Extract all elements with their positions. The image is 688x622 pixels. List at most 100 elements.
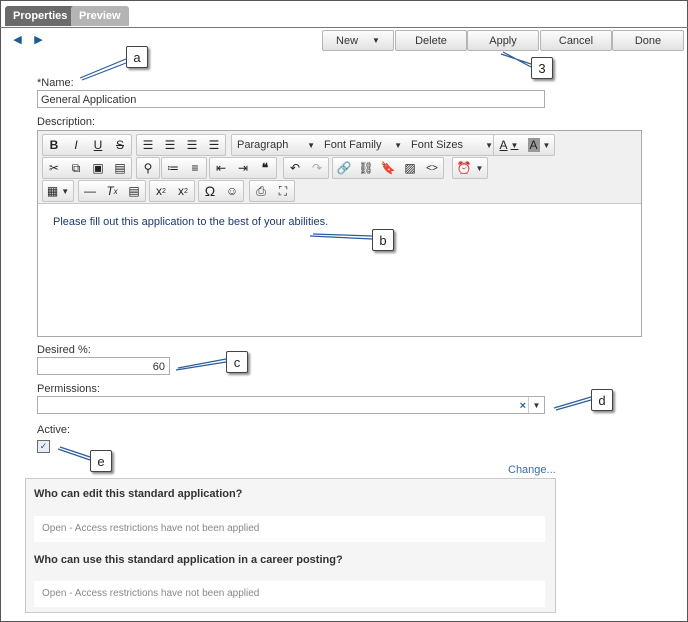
delete-button[interactable]: Delete — [395, 30, 467, 51]
permissions-select[interactable]: × ▼ — [37, 396, 545, 414]
cancel-button[interactable]: Cancel — [540, 30, 612, 51]
active-label: Active: — [37, 424, 71, 436]
apply-button[interactable]: Apply — [467, 30, 539, 51]
list-group: ≔ ≡ — [161, 157, 207, 179]
desired-percent-input[interactable]: 60 — [37, 357, 170, 375]
align-left-icon[interactable]: ☰ — [137, 135, 159, 155]
cancel-button-label: Cancel — [558, 34, 594, 47]
redo-icon[interactable]: ↷ — [306, 158, 328, 178]
new-button-label: New — [336, 34, 359, 47]
background-color-icon[interactable]: A ▼ — [524, 135, 554, 155]
paragraph-select[interactable]: Paragraph ▼ — [232, 135, 319, 155]
paragraph-select-label: Paragraph — [237, 139, 289, 151]
name-label: *Name: — [37, 77, 74, 89]
editor-content[interactable]: Please fill out this application to the … — [53, 216, 328, 228]
format-group: B I U S — [42, 134, 132, 156]
special-character-icon[interactable]: Ω — [199, 181, 221, 201]
use-access-status: Open - Access restrictions have not been… — [34, 581, 545, 607]
align-justify-icon[interactable]: ☰ — [203, 135, 225, 155]
undo-icon[interactable]: ↶ — [284, 158, 306, 178]
tab-divider — [0, 27, 688, 28]
callout-d: d — [591, 389, 613, 411]
italic-icon[interactable]: I — [65, 135, 87, 155]
rich-text-editor: B I U S ☰ ☰ ☰ ☰ Paragraph ▼ Font Family ▼ … — [37, 130, 642, 337]
alarm-clock-icon[interactable]: ⏰ ▼ — [453, 158, 487, 178]
access-panel: Who can edit this standard application? … — [25, 478, 556, 613]
time-group: ⏰ ▼ — [452, 157, 488, 179]
font-size-select[interactable]: Font Sizes ▼ — [406, 135, 497, 155]
find-replace-icon[interactable]: ⚲ — [137, 158, 159, 178]
indent-group: ⇤ ⇥ ❝ — [209, 157, 277, 179]
callout-e: e — [90, 450, 112, 472]
subscript-icon[interactable]: x2 — [150, 181, 172, 201]
previous-arrow-icon[interactable]: ◀ — [9, 31, 26, 48]
emoticon-icon[interactable]: ☺ — [221, 181, 243, 201]
chevron-down-icon: ▼ — [307, 140, 315, 150]
chevron-down-icon: ▼ — [394, 140, 402, 150]
code-icon[interactable]: <> — [421, 158, 443, 178]
use-access-question: Who can use this standard application in… — [34, 554, 343, 566]
text-color-icon[interactable]: A ▼ — [494, 135, 524, 155]
copy-icon[interactable]: ⧉ — [65, 158, 87, 178]
new-button[interactable]: New ▼ — [322, 30, 394, 51]
font-size-select-label: Font Sizes — [411, 139, 463, 151]
align-group: ☰ ☰ ☰ ☰ — [136, 134, 226, 156]
fullscreen-icon[interactable]: ⛶ — [272, 181, 294, 201]
horizontal-rule-icon[interactable]: ― — [79, 181, 101, 201]
active-checkbox[interactable]: ✓ — [37, 440, 50, 453]
symbol-group: Ω ☺ — [198, 180, 244, 202]
name-input[interactable]: General Application — [37, 90, 545, 108]
done-button[interactable]: Done — [612, 30, 684, 51]
outdent-icon[interactable]: ⇤ — [210, 158, 232, 178]
apply-button-label: Apply — [489, 34, 517, 47]
indent-icon[interactable]: ⇥ — [232, 158, 254, 178]
editor-toolbar: B I U S ☰ ☰ ☰ ☰ Paragraph ▼ Font Family ▼ … — [38, 131, 641, 204]
font-family-select[interactable]: Font Family ▼ — [319, 135, 406, 155]
link-icon[interactable]: 🔗 — [333, 158, 355, 178]
chevron-down-icon[interactable]: ▼ — [372, 36, 380, 45]
align-center-icon[interactable]: ☰ — [159, 135, 181, 155]
strikethrough-icon[interactable]: S — [109, 135, 131, 155]
callout-c: c — [226, 351, 248, 373]
edit-access-question: Who can edit this standard application? — [34, 488, 243, 500]
desired-percent-label: Desired %: — [37, 344, 91, 356]
clear-formatting-icon[interactable]: Tx — [101, 181, 123, 201]
misc-group: ― Tx ▤ — [78, 180, 146, 202]
print-icon[interactable]: ⎙ — [250, 181, 272, 201]
unlink-icon[interactable]: ⛓ — [355, 158, 377, 178]
underline-icon[interactable]: U — [87, 135, 109, 155]
cut-icon[interactable]: ✂ — [43, 158, 65, 178]
permissions-label: Permissions: — [37, 383, 100, 395]
next-arrow-icon[interactable]: ▶ — [30, 31, 47, 48]
image-icon[interactable]: ▨ — [399, 158, 421, 178]
clipboard-group: ✂ ⧉ ▣ ▤ — [42, 157, 132, 179]
print-group: ⎙ ⛶ — [249, 180, 295, 202]
blockquote-icon[interactable]: ❝ — [254, 158, 276, 178]
tab-preview[interactable]: Preview — [71, 6, 129, 26]
insert-group: 🔗 ⛓ 🔖 ▨ <> — [332, 157, 444, 179]
numbered-list-icon[interactable]: ≡ — [184, 158, 206, 178]
script-group: x2 x2 — [149, 180, 195, 202]
superscript-icon[interactable]: x2 — [172, 181, 194, 201]
chevron-down-icon[interactable]: ▼ — [528, 397, 544, 413]
paste-text-icon[interactable]: ▤ — [109, 158, 131, 178]
style-selects: Paragraph ▼ Font Family ▼ Font Sizes ▼ — [231, 134, 498, 156]
font-family-select-label: Font Family — [324, 139, 382, 151]
color-group: A ▼ A ▼ — [493, 134, 555, 156]
table-icon[interactable]: ▦ ▼ — [43, 181, 73, 201]
bold-icon[interactable]: B — [43, 135, 65, 155]
find-group: ⚲ — [136, 157, 160, 179]
table-group: ▦ ▼ — [42, 180, 74, 202]
history-group: ↶ ↷ — [283, 157, 329, 179]
visual-blocks-icon[interactable]: ▤ — [123, 181, 145, 201]
description-label: Description: — [37, 116, 96, 128]
paste-icon[interactable]: ▣ — [87, 158, 109, 178]
edit-access-status: Open - Access restrictions have not been… — [34, 516, 545, 542]
align-right-icon[interactable]: ☰ — [181, 135, 203, 155]
tab-properties[interactable]: Properties — [5, 6, 76, 26]
bookmark-icon[interactable]: 🔖 — [377, 158, 399, 178]
bullet-list-icon[interactable]: ≔ — [162, 158, 184, 178]
change-link[interactable]: Change... — [508, 464, 556, 476]
delete-button-label: Delete — [415, 34, 447, 47]
clear-icon[interactable]: × — [520, 397, 526, 415]
